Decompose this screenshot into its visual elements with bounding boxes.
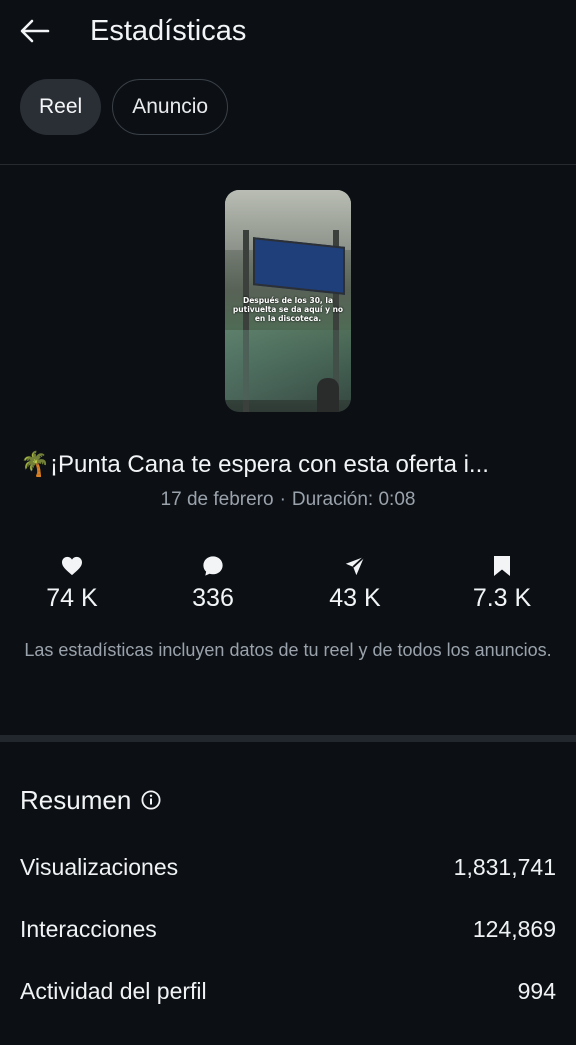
back-button[interactable]: [18, 14, 52, 48]
summary-row-views[interactable]: Visualizaciones 1,831,741: [20, 849, 556, 885]
saves-count: 7.3 K: [472, 584, 532, 612]
stat-comments: 336: [153, 552, 273, 614]
reel-meta: 17 de febrero · Duración: 0:08: [0, 486, 576, 514]
heart-icon: [62, 556, 82, 576]
reel-title-text: ¡Punta Cana te espera con esta oferta i.…: [50, 451, 489, 478]
stat-likes: 74 K: [12, 552, 132, 614]
share-icon: [345, 556, 365, 576]
page-title: Estadísticas: [90, 15, 247, 47]
filter-chips: Reel Anuncio: [20, 79, 229, 137]
row-label: Visualizaciones: [20, 853, 179, 880]
row-value: 1,831,741: [453, 853, 556, 880]
info-icon[interactable]: [141, 790, 161, 810]
summary-row-profile-activity[interactable]: Actividad del perfil 994: [20, 973, 556, 1009]
section-divider: [0, 735, 576, 742]
reel-date: 17 de febrero: [160, 489, 274, 510]
summary-row-interactions[interactable]: Interacciones 124,869: [20, 911, 556, 947]
chip-anuncio[interactable]: Anuncio: [112, 79, 229, 135]
chip-reel[interactable]: Reel: [20, 79, 102, 135]
header: Estadísticas: [0, 0, 576, 62]
comment-icon: [203, 556, 223, 576]
stats-note: Las estadísticas incluyen datos de tu re…: [24, 640, 552, 660]
arrow-left-icon: [20, 19, 50, 43]
reel-duration: Duración: 0:08: [291, 489, 416, 510]
thumbnail-screen: [253, 237, 345, 295]
row-label: Actividad del perfil: [20, 977, 207, 1004]
engagement-stats: 74 K 336 43 K 7.3 K: [0, 552, 576, 622]
reel-thumbnail[interactable]: Después de los 30, la putivuelta se da a…: [225, 190, 351, 412]
divider: [0, 164, 576, 165]
stat-saves: 7.3 K: [442, 552, 562, 614]
thumbnail-person: [317, 378, 339, 412]
thumbnail-caption: Después de los 30, la putivuelta se da a…: [232, 296, 344, 323]
palm-tree-icon: 🌴: [20, 451, 50, 478]
row-label: Interacciones: [20, 915, 157, 942]
row-value: 124,869: [472, 915, 556, 942]
likes-count: 74 K: [46, 584, 98, 612]
reel-title: 🌴¡Punta Cana te espera con esta oferta i…: [20, 447, 560, 483]
summary-heading: Resumen: [20, 785, 132, 815]
bookmark-icon: [494, 556, 510, 576]
comments-count: 336: [192, 584, 234, 612]
meta-separator: ·: [279, 489, 286, 510]
shares-count: 43 K: [329, 584, 381, 612]
stat-shares: 43 K: [295, 552, 415, 614]
row-value: 994: [517, 977, 556, 1004]
summary-title: Resumen: [20, 782, 161, 818]
